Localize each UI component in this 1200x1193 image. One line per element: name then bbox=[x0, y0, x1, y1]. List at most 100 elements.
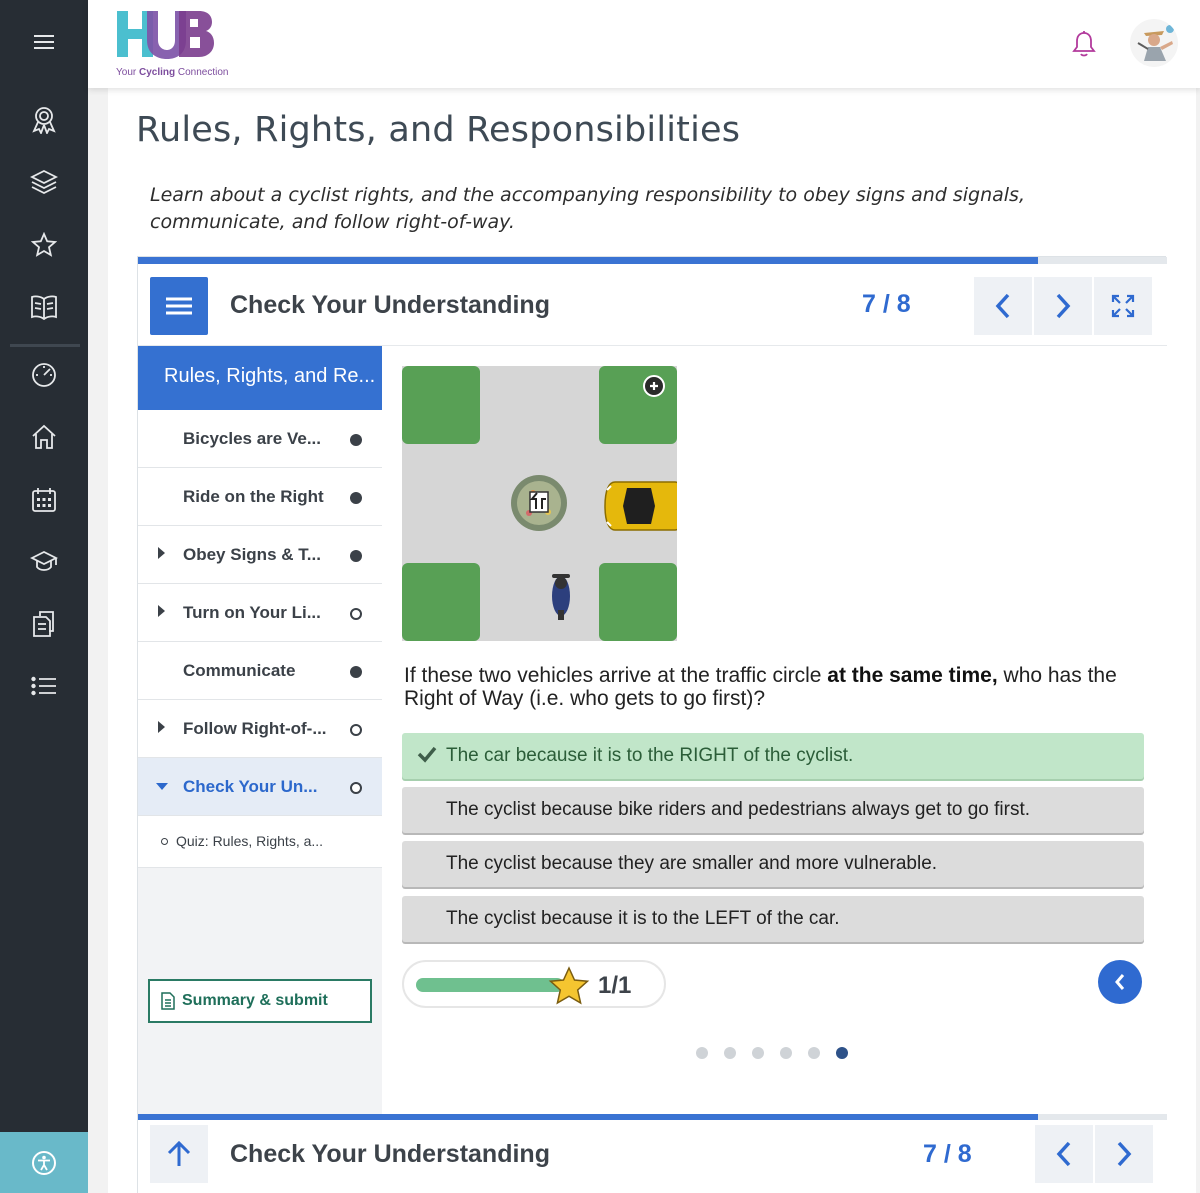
toc-item-label: Obey Signs & T... bbox=[183, 545, 321, 564]
incomplete-status-icon bbox=[350, 608, 362, 620]
toc-heading[interactable]: Rules, Rights, and Re... bbox=[138, 346, 382, 410]
toc-item-check-understanding[interactable]: Check Your Un... bbox=[138, 758, 382, 816]
hub-logo-mark bbox=[117, 11, 214, 59]
page-description: Learn about a cyclist rights, and the ac… bbox=[150, 184, 1025, 233]
document-icon bbox=[161, 992, 175, 1010]
page-counter: 7 / 8 bbox=[862, 290, 911, 318]
footer-next-button[interactable] bbox=[1095, 1125, 1153, 1183]
arrow-up-icon bbox=[167, 1140, 191, 1166]
chevron-right-icon bbox=[1117, 1141, 1132, 1167]
previous-page-button[interactable] bbox=[974, 277, 1032, 335]
graduation-cap-icon bbox=[30, 550, 58, 571]
toc-item-label: Follow Right-of-... bbox=[183, 719, 327, 738]
slide-dot[interactable] bbox=[724, 1047, 736, 1059]
home-icon bbox=[32, 424, 56, 449]
answer-option-1[interactable]: The car because it is to the RIGHT of th… bbox=[402, 733, 1144, 779]
rail-badges[interactable] bbox=[0, 95, 88, 145]
answer-label: The cyclist because it is to the LEFT of… bbox=[446, 908, 840, 929]
rail-list[interactable] bbox=[0, 661, 88, 711]
toc-item-label: Ride on the Right bbox=[183, 487, 324, 506]
hub-logo[interactable]: Your Cycling Connection bbox=[115, 10, 235, 80]
book-header: Check Your Understanding 7 / 8 bbox=[138, 264, 1167, 346]
rail-learning[interactable] bbox=[0, 537, 88, 587]
fullscreen-button[interactable] bbox=[1094, 277, 1152, 335]
layers-icon bbox=[30, 169, 58, 195]
rail-favorites[interactable] bbox=[0, 220, 88, 270]
question-text: If these two vehicles arrive at the traf… bbox=[404, 664, 1117, 710]
next-page-button[interactable] bbox=[1034, 277, 1092, 335]
book-icon bbox=[31, 295, 57, 320]
star-icon bbox=[548, 966, 590, 1005]
completed-status-icon bbox=[350, 550, 362, 562]
badge-icon bbox=[32, 107, 56, 134]
chevron-left-icon bbox=[1056, 1141, 1071, 1167]
score-bar-fill bbox=[416, 978, 564, 992]
toc-item-label: Turn on Your Li... bbox=[183, 603, 321, 622]
rail-home[interactable] bbox=[0, 412, 88, 462]
user-avatar[interactable] bbox=[1130, 19, 1178, 67]
caret-right-icon[interactable] bbox=[158, 547, 165, 559]
top-header: Your Cycling Connection bbox=[88, 0, 1200, 88]
rail-courses[interactable] bbox=[0, 157, 88, 207]
toc-item-communicate[interactable]: Communicate bbox=[138, 642, 382, 700]
chevron-left-icon bbox=[1115, 974, 1125, 990]
list-icon bbox=[31, 676, 56, 696]
star-icon bbox=[31, 232, 57, 257]
avatar-image bbox=[1130, 19, 1178, 67]
previous-question-button[interactable] bbox=[1098, 960, 1142, 1004]
answer-label: The car because it is to the RIGHT of th… bbox=[446, 745, 854, 766]
checkmark-icon bbox=[417, 746, 437, 763]
score-indicator: 1/1 bbox=[402, 960, 666, 1008]
book-footer: Check Your Understanding 7 / 8 bbox=[138, 1120, 1167, 1193]
toc-item-bicycles[interactable]: Bicycles are Ve... bbox=[138, 410, 382, 468]
book-progress-top bbox=[138, 257, 1167, 264]
scroll-top-button[interactable] bbox=[150, 1125, 208, 1183]
book-progress-fill bbox=[138, 257, 1039, 264]
rail-divider bbox=[10, 344, 80, 347]
app-root: Your Cycling Connection Rules, Rights, a… bbox=[0, 0, 1200, 1193]
toc-item-right-of-way[interactable]: Follow Right-of-... bbox=[138, 700, 382, 758]
question-area: If these two vehicles arrive at the traf… bbox=[382, 346, 1167, 1114]
accessibility-icon bbox=[32, 1150, 56, 1175]
toc-subitem-quiz[interactable]: Quiz: Rules, Rights, a... bbox=[138, 816, 382, 868]
footer-previous-button[interactable] bbox=[1035, 1125, 1093, 1183]
toc-item-obey-signs[interactable]: Obey Signs & T... bbox=[138, 526, 382, 584]
accessibility-button[interactable] bbox=[0, 1132, 88, 1193]
logo-tagline: Your Cycling Connection bbox=[116, 67, 229, 78]
caret-right-icon[interactable] bbox=[158, 721, 165, 733]
zoom-image-button[interactable] bbox=[643, 375, 665, 397]
chevron-right-icon bbox=[1056, 293, 1071, 319]
interactive-book: Check Your Understanding 7 / 8 Rules, Ri… bbox=[137, 256, 1167, 1193]
caret-down-icon[interactable] bbox=[156, 783, 168, 790]
rail-documents[interactable] bbox=[0, 599, 88, 649]
slide-dot[interactable] bbox=[696, 1047, 708, 1059]
toc-toggle-button[interactable] bbox=[150, 277, 208, 335]
rail-calendar[interactable] bbox=[0, 475, 88, 525]
notifications-button[interactable] bbox=[1072, 30, 1096, 58]
answer-label: The cyclist because bike riders and pede… bbox=[446, 799, 1031, 820]
footer-page-counter: 7 / 8 bbox=[923, 1140, 972, 1168]
slide-dot[interactable] bbox=[780, 1047, 792, 1059]
toc-item-ride-right[interactable]: Ride on the Right bbox=[138, 468, 382, 526]
rail-dashboard[interactable] bbox=[0, 349, 88, 399]
rail-library[interactable] bbox=[0, 282, 88, 332]
toc-item-label: Bicycles are Ve... bbox=[183, 429, 321, 448]
dashboard-icon bbox=[32, 363, 56, 387]
toc-item-turn-lights[interactable]: Turn on Your Li... bbox=[138, 584, 382, 642]
answer-option-2[interactable]: The cyclist because bike riders and pede… bbox=[402, 787, 1144, 833]
answer-option-4[interactable]: The cyclist because it is to the LEFT of… bbox=[402, 896, 1144, 942]
answer-option-3[interactable]: The cyclist because they are smaller and… bbox=[402, 841, 1144, 887]
toc-subitem-label: Quiz: Rules, Rights, a... bbox=[176, 833, 324, 849]
menu-icon bbox=[34, 35, 54, 49]
lesson-card: Rules, Rights, and Responsibilities Lear… bbox=[108, 88, 1196, 1193]
slide-dot[interactable] bbox=[752, 1047, 764, 1059]
completed-status-icon bbox=[350, 666, 362, 678]
score-value: 1/1 bbox=[598, 972, 632, 999]
slide-dot[interactable] bbox=[836, 1047, 848, 1059]
documents-icon bbox=[33, 611, 54, 637]
caret-right-icon[interactable] bbox=[158, 605, 165, 617]
slide-dot[interactable] bbox=[808, 1047, 820, 1059]
summary-submit-button[interactable]: Summary & submit bbox=[148, 979, 372, 1023]
hamburger-menu-button[interactable] bbox=[0, 0, 88, 84]
menu-icon bbox=[166, 297, 192, 315]
